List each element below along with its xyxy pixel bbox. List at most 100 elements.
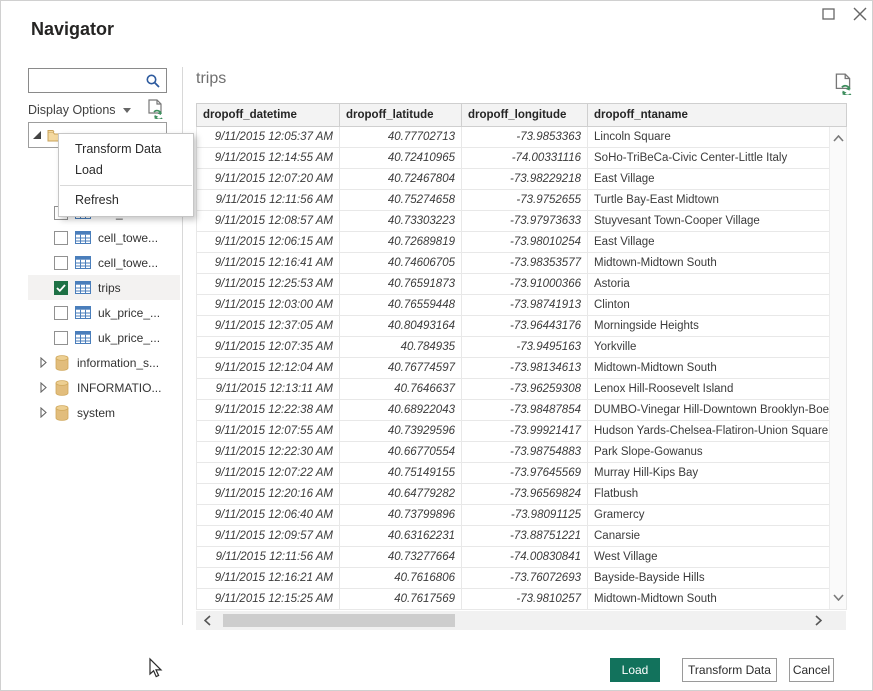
- cell-dropoff_longitude: -73.96259308: [462, 379, 588, 400]
- cell-dropoff_ntaname: Lincoln Square: [588, 127, 847, 148]
- search-icon[interactable]: [145, 73, 161, 89]
- menu-item-load[interactable]: Load: [59, 160, 193, 181]
- tree-item-table[interactable]: uk_price_...: [28, 325, 180, 350]
- tree-item-database[interactable]: INFORMATIO...: [28, 375, 180, 400]
- checkbox[interactable]: [54, 306, 68, 320]
- menu-separator: [60, 185, 192, 186]
- cell-dropoff_latitude: 40.7616806: [340, 568, 462, 589]
- cancel-button[interactable]: Cancel: [789, 658, 834, 682]
- cell-dropoff_ntaname: Morningside Heights: [588, 316, 847, 337]
- refresh-preview-table-button[interactable]: [833, 73, 853, 100]
- cell-dropoff_ntaname: Stuyvesant Town-Cooper Village: [588, 211, 847, 232]
- cell-dropoff_datetime: 9/11/2015 12:16:41 AM: [197, 253, 340, 274]
- cell-dropoff_ntaname: Midtown-Midtown South: [588, 589, 847, 610]
- checkbox[interactable]: [54, 281, 68, 295]
- table-row: 9/11/2015 12:05:37 AM40.77702713-73.9853…: [197, 127, 847, 148]
- preview-header-row: dropoff_datetimedropoff_latitudedropoff_…: [197, 104, 847, 127]
- table-icon: [75, 306, 91, 319]
- search-box: [28, 68, 167, 93]
- cell-dropoff_ntaname: Clinton: [588, 295, 847, 316]
- scroll-down-icon[interactable]: [833, 594, 844, 601]
- close-button[interactable]: [850, 4, 870, 24]
- table-icon: [75, 281, 91, 294]
- menu-item-transform-data[interactable]: Transform Data: [59, 139, 193, 160]
- column-header-dropoff_longitude: dropoff_longitude: [462, 104, 588, 127]
- table-row: 9/11/2015 12:16:41 AM40.74606705-73.9835…: [197, 253, 847, 274]
- table-row: 9/11/2015 12:11:56 AM40.73277664-74.0083…: [197, 547, 847, 568]
- cell-dropoff_latitude: 40.73303223: [340, 211, 462, 232]
- tree-item-table[interactable]: uk_price_...: [28, 300, 180, 325]
- cell-dropoff_ntaname: Yorkville: [588, 337, 847, 358]
- table-row: 9/11/2015 12:13:11 AM40.7646637-73.96259…: [197, 379, 847, 400]
- refresh-preview-button[interactable]: [146, 99, 164, 124]
- database-icon: [55, 405, 69, 421]
- cell-dropoff_datetime: 9/11/2015 12:20:16 AM: [197, 484, 340, 505]
- cell-dropoff_ntaname: Midtown-Midtown South: [588, 253, 847, 274]
- load-button[interactable]: Load: [610, 658, 660, 682]
- expand-arrow-icon[interactable]: [40, 382, 47, 393]
- cell-dropoff_latitude: 40.7646637: [340, 379, 462, 400]
- cell-dropoff_ntaname: Astoria: [588, 274, 847, 295]
- cell-dropoff_longitude: -73.97645569: [462, 463, 588, 484]
- close-icon: [850, 4, 870, 24]
- cell-dropoff_datetime: 9/11/2015 12:07:22 AM: [197, 463, 340, 484]
- scroll-right-icon[interactable]: [815, 615, 822, 626]
- cell-dropoff_ntaname: Flatbush: [588, 484, 847, 505]
- scroll-left-icon[interactable]: [204, 615, 211, 626]
- expanded-arrow-icon[interactable]: [33, 131, 42, 140]
- table-row: 9/11/2015 12:06:15 AM40.72689819-73.9801…: [197, 232, 847, 253]
- expand-arrow-icon[interactable]: [40, 407, 47, 418]
- cell-dropoff_ntaname: Murray Hill-Kips Bay: [588, 463, 847, 484]
- cell-dropoff_ntaname: Canarsie: [588, 526, 847, 547]
- vertical-scrollbar[interactable]: [829, 127, 846, 609]
- cell-dropoff_datetime: 9/11/2015 12:14:55 AM: [197, 148, 340, 169]
- tree-item-database[interactable]: system: [28, 400, 180, 425]
- cell-dropoff_latitude: 40.73929596: [340, 421, 462, 442]
- cell-dropoff_longitude: -73.9495163: [462, 337, 588, 358]
- table-icon: [75, 256, 91, 269]
- tree-item-database[interactable]: information_s...: [28, 350, 180, 375]
- cell-dropoff_latitude: 40.66770554: [340, 442, 462, 463]
- chevron-down-icon: [123, 108, 131, 113]
- mouse-cursor: [145, 657, 165, 679]
- checkbox[interactable]: [54, 256, 68, 270]
- table-row: 9/11/2015 12:22:38 AM40.68922043-73.9848…: [197, 400, 847, 421]
- horizontal-scrollbar[interactable]: [196, 611, 846, 630]
- display-options-dropdown[interactable]: Display Options: [28, 101, 131, 119]
- cell-dropoff_longitude: -73.98741913: [462, 295, 588, 316]
- search-input[interactable]: [33, 70, 141, 91]
- expand-arrow-icon[interactable]: [40, 357, 47, 368]
- navigator-dialog: Navigator Display Options: [0, 0, 873, 691]
- cell-dropoff_latitude: 40.76559448: [340, 295, 462, 316]
- menu-item-refresh[interactable]: Refresh: [59, 190, 193, 211]
- cell-dropoff_latitude: 40.72467804: [340, 169, 462, 190]
- checkbox[interactable]: [54, 231, 68, 245]
- table-row: 9/11/2015 12:07:22 AM40.75149155-73.9764…: [197, 463, 847, 484]
- transform-data-button[interactable]: Transform Data: [682, 658, 777, 682]
- cell-dropoff_latitude: 40.76774597: [340, 358, 462, 379]
- cell-dropoff_datetime: 9/11/2015 12:11:56 AM: [197, 190, 340, 211]
- cell-dropoff_ntaname: East Village: [588, 232, 847, 253]
- cell-dropoff_latitude: 40.75274658: [340, 190, 462, 211]
- preview-table-body: 9/11/2015 12:05:37 AM40.77702713-73.9853…: [197, 127, 847, 610]
- cell-dropoff_datetime: 9/11/2015 12:11:56 AM: [197, 547, 340, 568]
- cell-dropoff_longitude: -74.00830841: [462, 547, 588, 568]
- cell-dropoff_longitude: -73.91000366: [462, 274, 588, 295]
- column-header-dropoff_latitude: dropoff_latitude: [340, 104, 462, 127]
- tree-item-table[interactable]: trips: [28, 275, 180, 300]
- scrollbar-thumb[interactable]: [223, 614, 455, 627]
- tree-item-label: information_s...: [77, 356, 159, 370]
- checkbox[interactable]: [54, 331, 68, 345]
- nav-tree: cell_towe... cell_towe...: [28, 200, 180, 425]
- tree-item-table[interactable]: cell_towe...: [28, 250, 180, 275]
- table-row: 9/11/2015 12:20:16 AM40.64779282-73.9656…: [197, 484, 847, 505]
- cell-dropoff_datetime: 9/11/2015 12:37:05 AM: [197, 316, 340, 337]
- scroll-up-icon[interactable]: [833, 135, 844, 142]
- cell-dropoff_longitude: -73.9752655: [462, 190, 588, 211]
- table-row: 9/11/2015 12:12:04 AM40.76774597-73.9813…: [197, 358, 847, 379]
- tree-item-table[interactable]: cell_towe...: [28, 225, 180, 250]
- refresh-document-icon: [833, 73, 853, 95]
- table-row: 9/11/2015 12:06:40 AM40.73799896-73.9809…: [197, 505, 847, 526]
- cell-dropoff_ntaname: Lenox Hill-Roosevelt Island: [588, 379, 847, 400]
- maximize-button[interactable]: [820, 5, 838, 23]
